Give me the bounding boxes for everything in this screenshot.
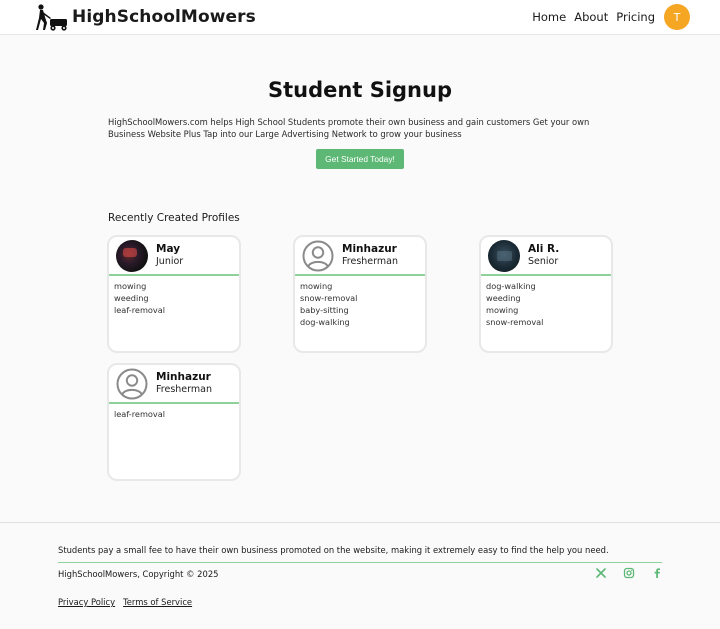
site-header: HighSchoolMowers Home About Pricing T bbox=[0, 0, 720, 35]
profile-name: May bbox=[156, 243, 181, 255]
user-circle-icon bbox=[302, 240, 334, 272]
profile-card[interactable]: Minhazur Fresherman leaf-removal bbox=[107, 363, 241, 481]
profile-card[interactable]: Minhazur Fresherman mowing snow-removal … bbox=[293, 235, 427, 353]
footer-note: Students pay a small fee to have their o… bbox=[58, 545, 609, 555]
x-icon[interactable] bbox=[595, 567, 607, 579]
profile-grade: Fresherman bbox=[156, 384, 212, 395]
service-tag: mowing bbox=[300, 281, 333, 291]
profile-grade: Fresherman bbox=[342, 256, 398, 267]
profile-services: mowing weeding leaf-removal bbox=[109, 276, 239, 316]
nav-home[interactable]: Home bbox=[532, 10, 566, 24]
copyright-text: HighSchoolMowers, Copyright © 2025 bbox=[58, 569, 219, 579]
profile-card-header: Minhazur Fresherman bbox=[295, 237, 425, 276]
service-tag: dog-walking bbox=[486, 281, 536, 291]
nav-pricing[interactable]: Pricing bbox=[616, 10, 655, 24]
nav-about[interactable]: About bbox=[574, 10, 608, 24]
brand-logo[interactable]: HighSchoolMowers bbox=[35, 3, 256, 31]
service-tag: weeding bbox=[114, 293, 149, 303]
lawn-mower-icon bbox=[36, 4, 67, 31]
service-tag: snow-removal bbox=[486, 317, 544, 327]
profile-services: mowing snow-removal baby-sitting dog-wal… bbox=[295, 276, 425, 328]
service-tag: leaf-removal bbox=[114, 409, 166, 419]
footer-links: Privacy Policy Terms of Service bbox=[58, 597, 200, 607]
profile-photo bbox=[488, 239, 520, 272]
service-tag: baby-sitting bbox=[300, 305, 349, 315]
profile-card-header: May Junior bbox=[109, 237, 239, 276]
service-tag: snow-removal bbox=[300, 293, 358, 303]
privacy-policy-link[interactable]: Privacy Policy bbox=[58, 597, 115, 607]
instagram-icon[interactable] bbox=[623, 567, 635, 579]
service-tag: weeding bbox=[486, 293, 521, 303]
get-started-button[interactable]: Get Started Today! bbox=[316, 149, 404, 169]
service-tag: mowing bbox=[114, 281, 147, 291]
brand-name: HighSchoolMowers bbox=[72, 7, 256, 27]
recent-profiles-heading: Recently Created Profiles bbox=[108, 212, 240, 224]
page-title: Student Signup bbox=[268, 78, 452, 102]
user-avatar[interactable]: T bbox=[664, 4, 690, 30]
page-description: HighSchoolMowers.com helps High School S… bbox=[108, 117, 590, 139]
profile-name: Ali R. bbox=[528, 243, 560, 255]
profile-services: dog-walking weeding mowing snow-removal bbox=[481, 276, 611, 328]
footer-divider bbox=[58, 562, 662, 563]
user-circle-icon bbox=[116, 368, 148, 400]
profile-card[interactable]: Ali R. Senior dog-walking weeding mowing… bbox=[479, 235, 613, 353]
profile-card-header: Ali R. Senior bbox=[481, 237, 611, 276]
profile-grade: Senior bbox=[528, 256, 559, 267]
profile-services: leaf-removal bbox=[109, 404, 239, 420]
profile-card-header: Minhazur Fresherman bbox=[109, 365, 239, 404]
facebook-icon[interactable] bbox=[651, 567, 663, 579]
terms-of-service-link[interactable]: Terms of Service bbox=[123, 597, 192, 607]
service-tag: mowing bbox=[486, 305, 519, 315]
service-tag: leaf-removal bbox=[114, 305, 166, 315]
profile-name: Minhazur bbox=[156, 371, 211, 383]
profile-name: Minhazur bbox=[342, 243, 397, 255]
profile-photo bbox=[116, 239, 148, 272]
service-tag: dog-walking bbox=[300, 317, 350, 327]
profile-grade: Junior bbox=[156, 256, 184, 267]
profile-card[interactable]: May Junior mowing weeding leaf-removal bbox=[107, 235, 241, 353]
main-nav: Home About Pricing T bbox=[532, 4, 690, 30]
